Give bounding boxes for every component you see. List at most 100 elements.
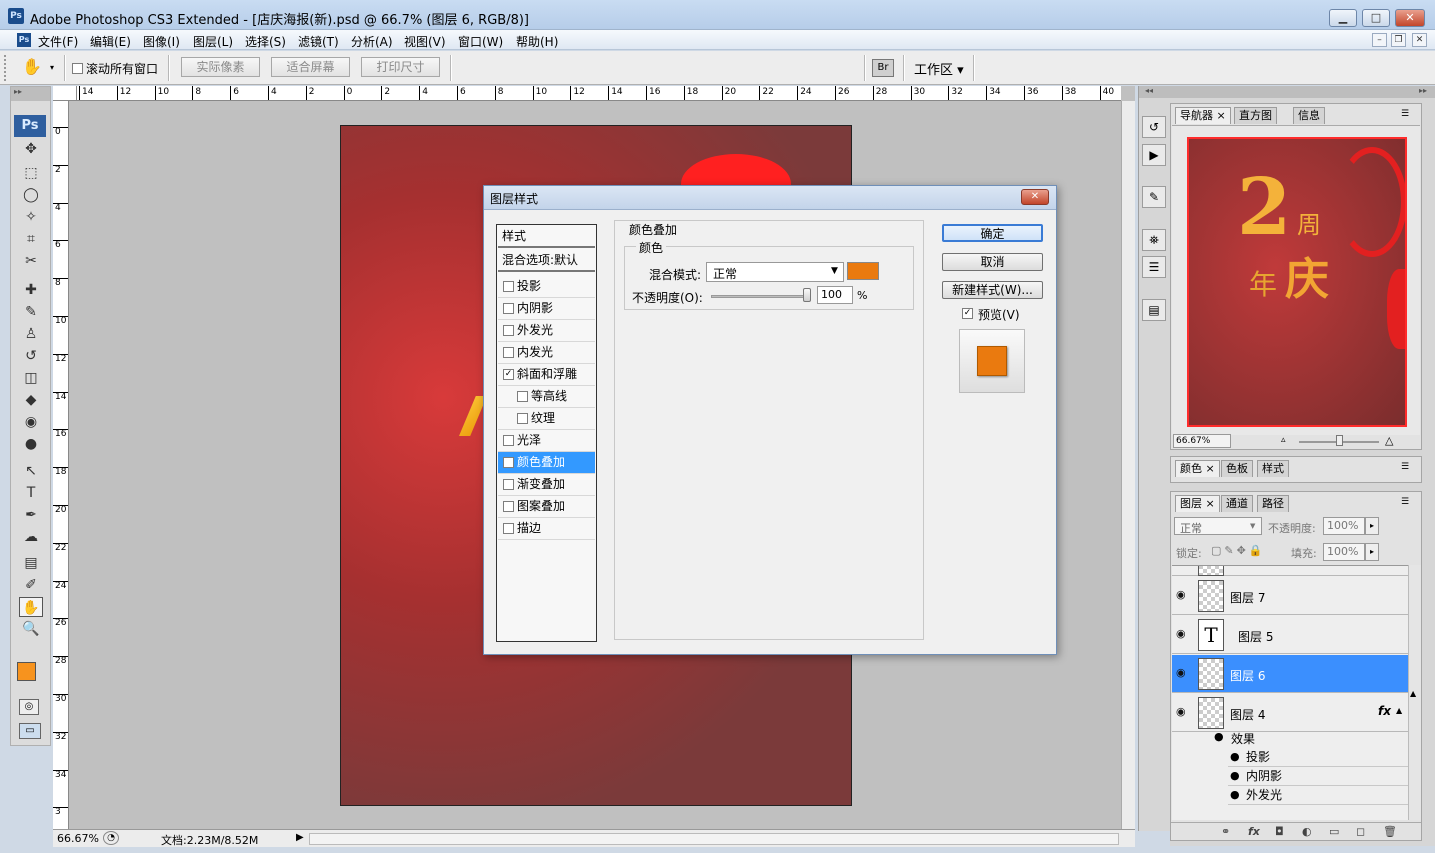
style-checkbox[interactable] — [503, 501, 514, 512]
opacity-slider-track[interactable] — [711, 295, 811, 298]
clone-source-icon[interactable]: ⛯ — [1142, 229, 1166, 251]
menu-layer[interactable]: 图层(L) — [193, 33, 233, 50]
menu-view[interactable]: 视图(V) — [404, 33, 446, 50]
close-icon[interactable]: × — [1206, 462, 1215, 475]
style-item-9[interactable]: ✓ 颜色叠加 — [498, 452, 595, 474]
fill-input[interactable]: 100% — [1323, 543, 1365, 561]
layer-row[interactable]: ◉ 图层 6 — [1172, 655, 1408, 693]
hand-tool-preset-icon[interactable]: ✋ — [22, 57, 42, 76]
crop-tool[interactable]: ⌗ — [19, 229, 43, 249]
shape-tool[interactable]: ☁ — [19, 527, 43, 547]
style-item-3[interactable]: 外发光 — [498, 320, 595, 342]
layer-opacity-input[interactable]: 100% — [1323, 517, 1365, 535]
menu-file[interactable]: 文件(F) — [38, 33, 78, 50]
style-checkbox[interactable] — [503, 347, 514, 358]
layer-blend-mode-select[interactable]: 正常 ▼ — [1174, 517, 1262, 535]
tab-paths[interactable]: 路径 — [1257, 495, 1289, 512]
close-button[interactable]: ✕ — [1395, 9, 1425, 27]
type-tool[interactable]: T — [19, 483, 43, 503]
workspace-menu[interactable]: 工作区 ▾ — [914, 59, 964, 78]
effect-row[interactable]: ● 内阴影 — [1228, 767, 1408, 786]
zoom-out-icon[interactable]: ▵ — [1281, 435, 1286, 445]
quick-mask-icon[interactable]: ◎ — [19, 699, 39, 715]
style-checkbox[interactable] — [517, 413, 528, 424]
panel-menu-icon[interactable]: ☰ — [1401, 497, 1409, 507]
style-item-4[interactable]: 内发光 — [498, 342, 595, 364]
effect-eye-icon[interactable]: ● — [1230, 786, 1240, 804]
style-item-8[interactable]: 光泽 — [498, 430, 595, 452]
marquee-tool[interactable]: ⬚ — [19, 163, 43, 183]
document-icon[interactable]: Ps — [17, 33, 31, 47]
layer-comps-icon[interactable]: ▤ — [1142, 299, 1166, 321]
menu-help[interactable]: 帮助(H) — [516, 33, 558, 50]
scroll-up-icon[interactable]: ▲ — [1410, 689, 1420, 707]
layer-name[interactable]: 图层 5 — [1238, 628, 1273, 645]
eye-icon[interactable]: ◉ — [1176, 589, 1190, 601]
close-icon[interactable]: × — [1217, 109, 1226, 122]
blur-tool[interactable]: ◉ — [19, 412, 43, 432]
style-checkbox[interactable]: ✓ — [503, 369, 514, 380]
effect-eye-icon[interactable]: ● — [1230, 767, 1240, 785]
layer-name[interactable]: 图层 7 — [1230, 589, 1265, 606]
status-menu-arrow-icon[interactable]: ▶ — [296, 832, 304, 843]
fx-icon[interactable]: fx — [1248, 825, 1260, 838]
navigator-thumbnail[interactable]: 2 周 年 庆 — [1187, 137, 1407, 427]
photoshop-app-icon[interactable]: Ps — [8, 8, 24, 24]
options-grip[interactable] — [4, 55, 10, 81]
eye-icon[interactable]: ◉ — [1176, 706, 1190, 718]
slice-tool[interactable]: ✂ — [19, 251, 43, 271]
brush-tool[interactable]: ✎ — [19, 302, 43, 322]
style-checkbox[interactable] — [503, 435, 514, 446]
brushes-icon[interactable]: ✎ — [1142, 186, 1166, 208]
menu-select[interactable]: 选择(S) — [245, 33, 286, 50]
menu-window[interactable]: 窗口(W) — [458, 33, 503, 50]
fill-arrow-icon[interactable]: ▸ — [1365, 543, 1379, 561]
tab-info[interactable]: 信息 — [1293, 107, 1325, 124]
tab-channels[interactable]: 通道 — [1221, 495, 1253, 512]
minimize-button[interactable]: ▁ — [1329, 9, 1357, 27]
navigator-zoom-input[interactable]: 66.67% — [1173, 434, 1231, 448]
effect-eye-icon[interactable]: ● — [1230, 748, 1240, 766]
style-checkbox[interactable] — [503, 479, 514, 490]
scroll-all-checkbox[interactable] — [72, 63, 83, 74]
print-size-button[interactable]: 打印尺寸 — [361, 57, 440, 77]
tab-histogram[interactable]: 直方图 — [1234, 107, 1277, 124]
vertical-scrollbar[interactable] — [1121, 101, 1135, 829]
paint-bucket-tool[interactable]: ◆ — [19, 390, 43, 410]
effect-row[interactable]: ● 外发光 — [1228, 786, 1408, 805]
new-style-button[interactable]: 新建样式(W)... — [942, 281, 1043, 299]
dodge-tool[interactable]: ● — [19, 434, 43, 454]
eyedropper-tool[interactable]: ✐ — [19, 575, 43, 595]
panel-menu-icon[interactable]: ☰ — [1401, 462, 1409, 472]
style-item-2[interactable]: 内阴影 — [498, 298, 595, 320]
foreground-color-swatch[interactable] — [17, 662, 36, 681]
layers-scrollbar[interactable]: ▲ — [1408, 565, 1421, 820]
eraser-tool[interactable]: ◫ — [19, 368, 43, 388]
stamp-tool[interactable]: ♙ — [19, 324, 43, 344]
status-info-icon[interactable]: ◔ — [103, 831, 119, 845]
new-layer-icon[interactable]: ◻ — [1356, 825, 1365, 838]
close-icon[interactable]: × — [1206, 497, 1215, 510]
magic-wand-tool[interactable]: ✧ — [19, 207, 43, 227]
doc-minimize-button[interactable]: – — [1372, 33, 1387, 47]
adjustment-icon[interactable]: ◐ — [1302, 825, 1312, 838]
hand-tool[interactable]: ✋ — [19, 597, 43, 617]
style-checkbox[interactable]: ✓ — [503, 457, 514, 468]
fx-icon[interactable]: fx — [1378, 704, 1391, 718]
horizontal-scrollbar[interactable] — [309, 833, 1119, 845]
bridge-icon[interactable]: Br — [872, 59, 894, 77]
style-checkbox[interactable] — [503, 325, 514, 336]
trash-icon[interactable]: 🗑 — [1383, 825, 1397, 838]
layer-row-partial[interactable] — [1172, 566, 1408, 576]
eye-icon[interactable]: ◉ — [1176, 628, 1190, 640]
preview-checkbox[interactable]: ✓ — [962, 308, 973, 319]
doc-close-button[interactable]: ✕ — [1412, 33, 1427, 47]
tool-presets-icon[interactable]: ☰ — [1142, 256, 1166, 278]
style-checkbox[interactable] — [503, 523, 514, 534]
toolbox-grip[interactable]: ▸▸ — [11, 87, 50, 101]
style-checkbox[interactable] — [517, 391, 528, 402]
screen-mode-icon[interactable]: ▭ — [19, 723, 41, 739]
blending-options-item[interactable]: 混合选项:默认 — [498, 250, 595, 272]
maximize-button[interactable]: □ — [1362, 9, 1390, 27]
menu-image[interactable]: 图像(I) — [143, 33, 180, 50]
